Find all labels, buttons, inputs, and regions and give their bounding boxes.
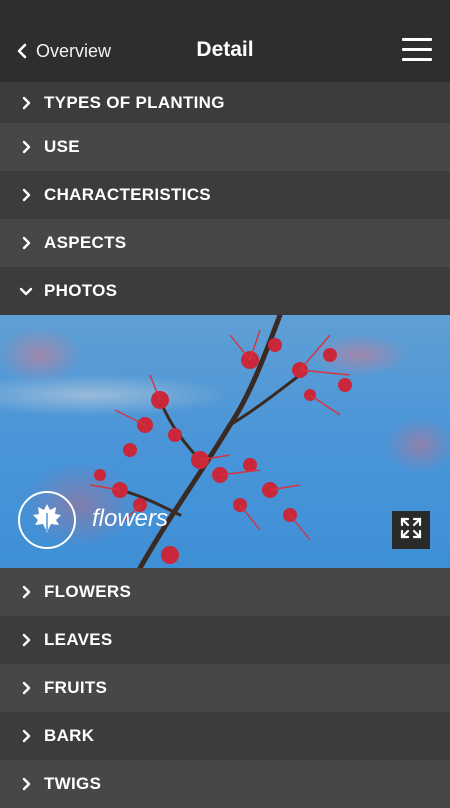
section-label: TYPES OF PLANTING xyxy=(44,92,225,112)
section-flowers[interactable]: FLOWERS xyxy=(0,568,450,616)
section-fruits[interactable]: FRUITS xyxy=(0,664,450,712)
section-leaves[interactable]: LEAVES xyxy=(0,616,450,664)
section-label: ASPECTS xyxy=(44,233,127,252)
section-characteristics[interactable]: CHARACTERISTICS xyxy=(0,171,450,219)
section-types-of-planting[interactable]: TYPES OF PLANTING xyxy=(0,82,450,123)
chevron-right-icon xyxy=(16,188,36,202)
chevron-right-icon xyxy=(16,729,36,743)
section-label: TWIGS xyxy=(44,774,102,793)
fullscreen-icon xyxy=(400,517,422,544)
section-label: CHARACTERISTICS xyxy=(44,185,211,204)
chevron-right-icon xyxy=(16,96,36,110)
chevron-right-icon xyxy=(16,236,36,250)
section-label: BARK xyxy=(44,726,95,745)
hamburger-menu-icon[interactable] xyxy=(402,38,432,62)
chevron-right-icon xyxy=(16,633,36,647)
section-label: FLOWERS xyxy=(44,582,132,601)
chevron-right-icon xyxy=(16,140,36,154)
photo-viewer[interactable]: flowers xyxy=(0,315,450,568)
leaf-badge xyxy=(18,491,76,549)
section-list: TYPES OF PLANTING USE CHARACTERISTICS AS… xyxy=(0,82,450,808)
section-twigs[interactable]: TWIGS xyxy=(0,760,450,808)
section-use[interactable]: USE xyxy=(0,123,450,171)
section-label: PHOTOS xyxy=(44,281,118,300)
section-photos[interactable]: PHOTOS xyxy=(0,267,450,315)
page-title: Detail xyxy=(196,38,254,61)
fullscreen-button[interactable] xyxy=(392,511,430,549)
chevron-down-icon xyxy=(16,286,36,296)
section-label: LEAVES xyxy=(44,630,113,649)
chevron-right-icon xyxy=(16,681,36,695)
section-label: USE xyxy=(44,137,80,156)
section-aspects[interactable]: ASPECTS xyxy=(0,219,450,267)
leaf-icon xyxy=(30,501,64,540)
chevron-right-icon xyxy=(16,777,36,791)
section-bark[interactable]: BARK xyxy=(0,712,450,760)
app-header: Overview Detail xyxy=(0,0,450,82)
chevron-right-icon xyxy=(16,585,36,599)
section-label: FRUITS xyxy=(44,678,108,697)
photo-caption: flowers xyxy=(92,505,169,532)
